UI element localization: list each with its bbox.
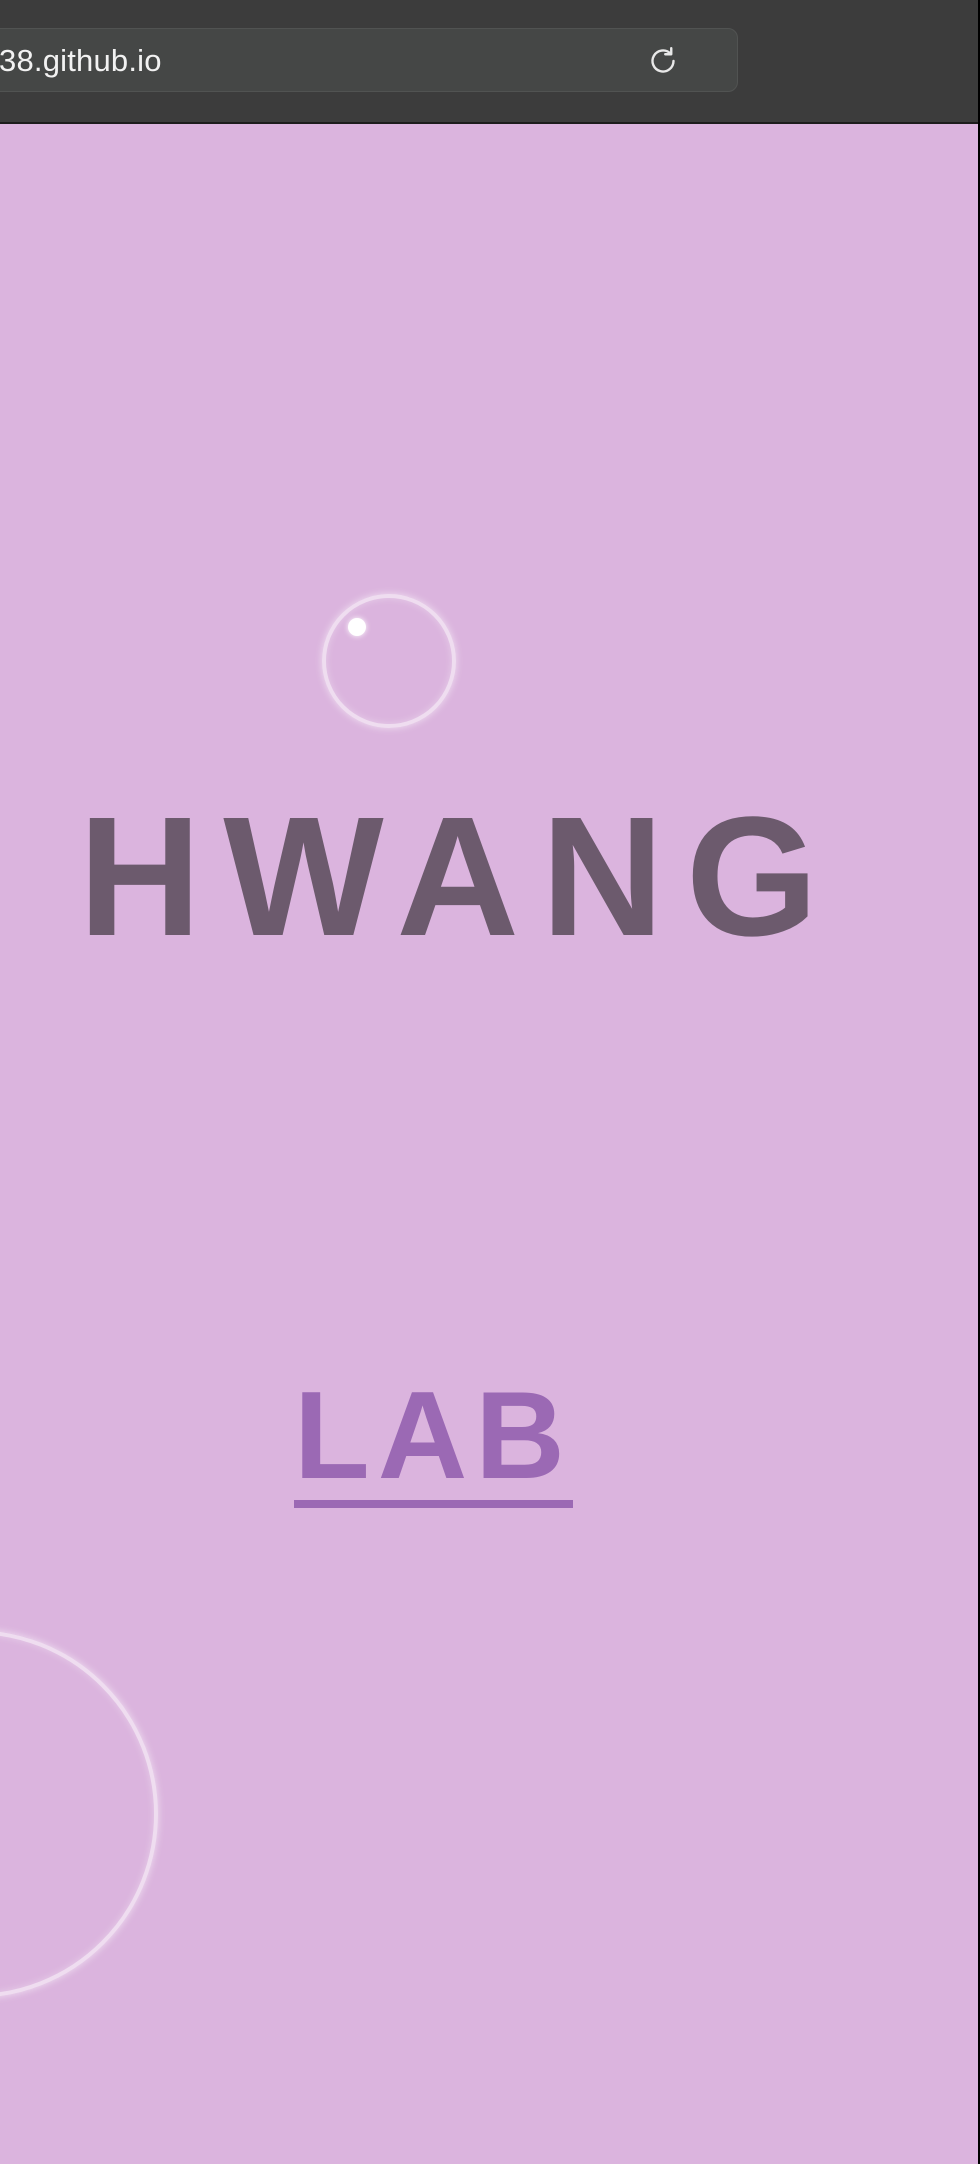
browser-toolbar: 38.github.io: [0, 0, 978, 124]
url-text[interactable]: 38.github.io: [0, 43, 162, 79]
address-bar[interactable]: 38.github.io: [0, 28, 738, 92]
bubble-shine: [348, 618, 366, 636]
title-prefix: I: [0, 782, 9, 972]
reload-icon[interactable]: [645, 43, 681, 79]
title-surname: HWANG: [78, 782, 841, 972]
page-title: I HWANG: [0, 792, 840, 962]
bubble-decoration: [322, 594, 456, 728]
browser-window: 38.github.io I HWANG LAB: [0, 0, 978, 2164]
lab-link[interactable]: LAB: [294, 1374, 573, 1508]
